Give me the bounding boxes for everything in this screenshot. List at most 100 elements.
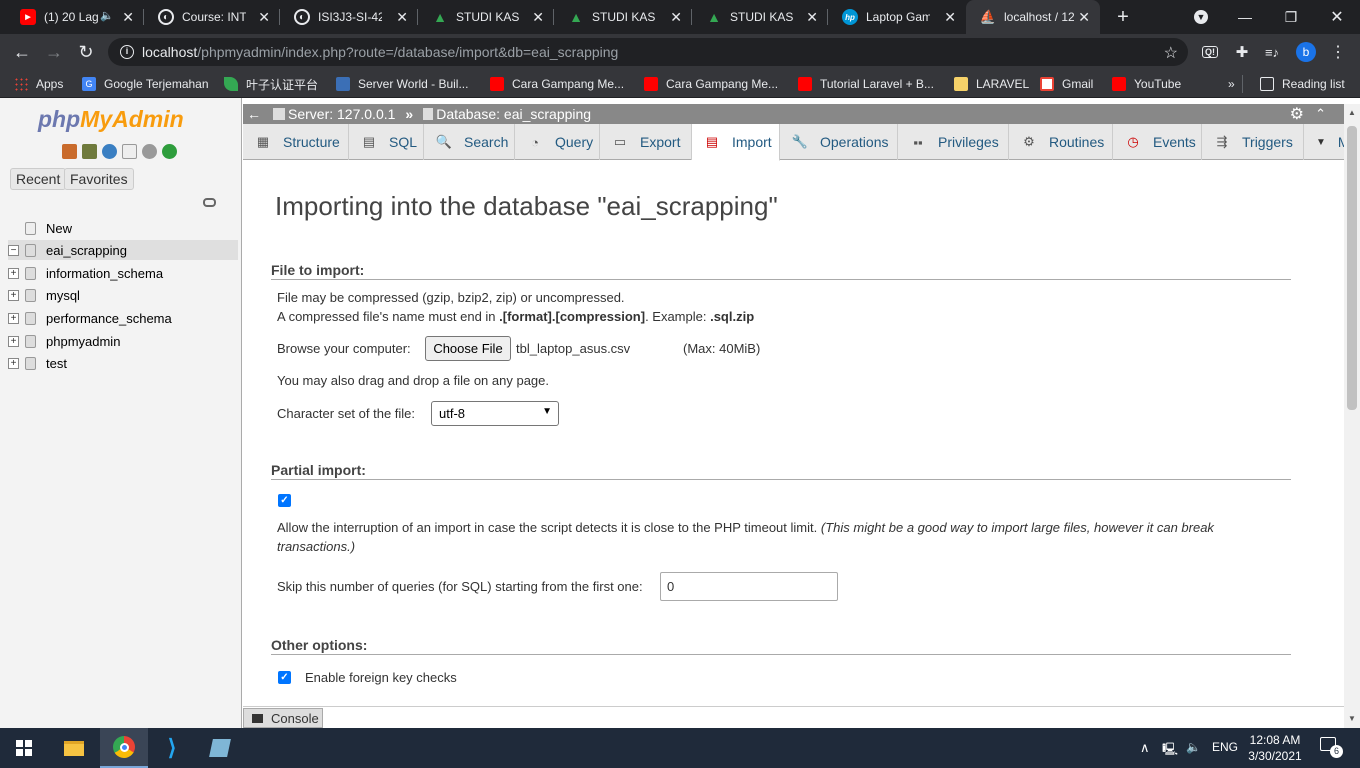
close-tab-icon[interactable]: ✕	[396, 9, 408, 26]
reload-icon[interactable]: ↻	[74, 40, 98, 64]
bookmark-folder-laravel[interactable]: LARAVEL	[954, 75, 1029, 93]
expand-icon[interactable]: +	[8, 289, 19, 301]
home-icon[interactable]	[62, 144, 77, 159]
tree-item-mysql[interactable]: + mysql	[8, 285, 238, 305]
page-settings-gear-icon[interactable]: ⚙	[1290, 104, 1304, 124]
forward-icon[interactable]: →	[42, 40, 66, 64]
bookmark-apps[interactable]: Apps	[14, 75, 63, 93]
minimize-icon[interactable]: —	[1222, 0, 1268, 34]
tree-item-new[interactable]: New	[8, 218, 238, 238]
media-control-icon[interactable]: ≡♪	[1262, 42, 1282, 62]
docs-icon[interactable]	[122, 144, 137, 159]
chrome-menu-icon[interactable]: ⋮	[1328, 42, 1348, 62]
tab-search[interactable]: 🔍 Search	[424, 124, 515, 160]
close-tab-icon[interactable]: ✕	[944, 9, 956, 26]
speaker-icon[interactable]: 🔈	[100, 9, 114, 22]
help-icon[interactable]	[102, 144, 117, 159]
reload-nav-icon[interactable]	[162, 144, 177, 159]
tree-item-information_schema[interactable]: + information_schema	[8, 263, 238, 283]
close-tab-icon[interactable]: ✕	[258, 9, 270, 26]
bookmark-google-translate[interactable]: G Google Terjemahan	[82, 75, 209, 93]
tab-sql[interactable]: ▤ SQL	[349, 124, 424, 160]
site-info-icon[interactable]: i	[120, 45, 134, 59]
collapse-top-icon[interactable]: ⌃	[1315, 106, 1326, 122]
skip-queries-input[interactable]: 0	[660, 572, 838, 601]
profile-avatar[interactable]: b	[1296, 42, 1316, 62]
console-button[interactable]: Console	[243, 708, 323, 728]
tab-export[interactable]: ▭ Export	[600, 124, 692, 160]
chrome-taskbar-icon[interactable]	[100, 728, 148, 768]
extension-qi-icon[interactable]: Q!	[1200, 42, 1220, 62]
foreign-key-checkbox[interactable]: ✓	[278, 671, 291, 684]
foreign-key-label[interactable]: Enable foreign key checks	[305, 670, 457, 685]
browser-tab[interactable]: ▶ (1) 20 Lag 🔈 ✕	[6, 0, 144, 34]
tab-search-icon[interactable]: ▼	[1178, 0, 1224, 34]
collapse-icon[interactable]: −	[8, 244, 19, 256]
tray-chevron-up-icon[interactable]: ∧	[1140, 740, 1150, 756]
bookmark-gmail[interactable]: Gmail	[1040, 75, 1093, 93]
settings-gear-icon[interactable]	[142, 144, 157, 159]
bookmark-leaf[interactable]: 叶子认证平台	[224, 75, 318, 93]
browser-tab[interactable]: hp Laptop Gamin ✕	[828, 0, 966, 34]
breadcrumb-database[interactable]: Database: eai_scrapping	[436, 106, 591, 122]
browser-tab-active[interactable]: ⛵ localhost / 12 ✕	[966, 0, 1100, 34]
tab-events[interactable]: ◷ Events	[1113, 124, 1202, 160]
language-indicator[interactable]: ENG	[1212, 740, 1238, 754]
bookmark-server-world[interactable]: Server World - Buil...	[336, 75, 468, 93]
browser-tab[interactable]: ◐ Course: INTEG ✕	[144, 0, 280, 34]
browser-tab[interactable]: ◐ ISI3J3-SI-42-0 ✕	[280, 0, 418, 34]
more-bookmarks-button[interactable]: »	[1228, 75, 1235, 93]
bookmark-youtube-1[interactable]: Cara Gampang Me...	[490, 75, 624, 93]
vscode-icon[interactable]: ⟩	[148, 728, 196, 768]
windows-start-icon[interactable]	[0, 728, 48, 768]
close-window-icon[interactable]: ✕	[1314, 0, 1360, 34]
tab-privileges[interactable]: ▪▪ Privileges	[898, 124, 1009, 160]
bookmark-youtube[interactable]: YouTube	[1112, 75, 1181, 93]
tab-import[interactable]: ▤ Import	[692, 124, 780, 161]
browser-tab[interactable]: ▲ STUDI KASUS ✕	[554, 0, 692, 34]
close-tab-icon[interactable]: ✕	[122, 9, 134, 26]
phpmyadmin-logo[interactable]: phpMyAdmin	[38, 106, 184, 133]
restore-icon[interactable]: ❐	[1268, 0, 1314, 34]
file-explorer-icon[interactable]	[50, 728, 98, 768]
collapse-nav-arrow-icon[interactable]: ←	[247, 106, 261, 122]
address-bar[interactable]: i localhost/phpmyadmin/index.php?route=/…	[108, 38, 1188, 66]
page-scrollbar[interactable]: ▲ ▼	[1344, 104, 1360, 728]
tab-query[interactable]: ◔ Query	[515, 124, 600, 160]
close-tab-icon[interactable]: ✕	[1078, 9, 1090, 26]
back-icon[interactable]: ←	[10, 40, 34, 64]
network-icon[interactable]: 🖳	[1162, 740, 1178, 761]
expand-icon[interactable]: +	[8, 357, 19, 369]
tree-item-performance_schema[interactable]: + performance_schema	[8, 308, 238, 328]
close-tab-icon[interactable]: ✕	[532, 9, 544, 26]
allow-interrupt-checkbox[interactable]: ✓	[278, 494, 291, 507]
expand-icon[interactable]: +	[8, 267, 19, 279]
logout-icon[interactable]	[82, 144, 97, 159]
bookmark-youtube-2[interactable]: Cara Gampang Me...	[644, 75, 778, 93]
tab-operations[interactable]: 🔧 Operations	[780, 124, 898, 160]
choose-file-button[interactable]: Choose File	[425, 336, 511, 361]
action-center-icon[interactable]: 6	[1320, 737, 1343, 758]
breadcrumb-server[interactable]: Server: 127.0.0.1	[288, 106, 395, 122]
charset-select[interactable]: utf-8 ▼	[431, 401, 559, 426]
tab-triggers[interactable]: ⇶ Triggers	[1202, 124, 1304, 160]
notes-app-icon[interactable]	[196, 728, 244, 768]
extensions-puzzle-icon[interactable]: ✚	[1232, 42, 1252, 62]
bookmark-star-icon[interactable]: ☆	[1164, 43, 1178, 63]
bookmark-youtube-3[interactable]: Tutorial Laravel + B...	[798, 75, 934, 93]
favorites-button[interactable]: Favorites	[64, 168, 134, 190]
recent-button[interactable]: Recent	[10, 168, 67, 190]
tab-more[interactable]: ▼M	[1304, 124, 1350, 160]
tab-structure[interactable]: ▦ Structure	[243, 124, 349, 160]
link-with-main-icon[interactable]	[203, 198, 216, 207]
system-clock[interactable]: 12:08 AM 3/30/2021	[1238, 732, 1312, 764]
reading-list-button[interactable]: Reading list	[1260, 75, 1345, 93]
new-tab-button[interactable]: +	[1100, 0, 1146, 34]
tree-item-test[interactable]: + test	[8, 353, 238, 373]
browser-tab[interactable]: ▲ STUDI KASUS ✕	[418, 0, 554, 34]
tree-item-phpmyadmin[interactable]: + phpmyadmin	[8, 331, 238, 351]
browser-tab[interactable]: ▲ STUDI KASUS ✕	[692, 0, 828, 34]
expand-icon[interactable]: +	[8, 312, 19, 324]
tree-item-eai_scrapping[interactable]: − eai_scrapping	[8, 240, 238, 260]
close-tab-icon[interactable]: ✕	[670, 9, 682, 26]
